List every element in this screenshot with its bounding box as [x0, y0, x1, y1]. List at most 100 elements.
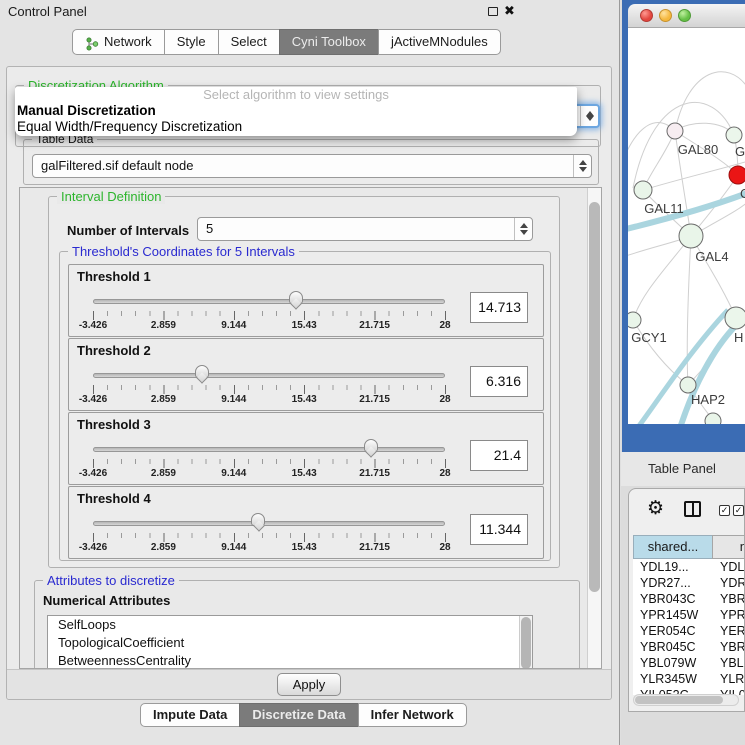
threshold-value-field[interactable]: 21.4: [470, 440, 528, 471]
table-cell[interactable]: YDL19...: [633, 559, 713, 575]
table-row[interactable]: YDL19...YDL1: [633, 559, 745, 575]
threshold-value-field[interactable]: 14.713: [470, 292, 528, 323]
combo-spinner[interactable]: [580, 106, 598, 126]
mac-close-button[interactable]: [640, 9, 653, 22]
tab-cyni-toolbox[interactable]: Cyni Toolbox: [279, 29, 379, 55]
close-icon[interactable]: ✖: [504, 3, 515, 19]
table-cell[interactable]: YER054C: [633, 623, 713, 639]
slider-ticks: [93, 533, 446, 542]
slider-track[interactable]: [93, 299, 445, 304]
table-row[interactable]: YBR045CYBR0: [633, 639, 745, 655]
tab-impute-data[interactable]: Impute Data: [140, 703, 240, 727]
mac-minimize-button[interactable]: [659, 9, 672, 22]
table-cell[interactable]: YDL1: [713, 559, 745, 575]
numerical-attributes-label: Numerical Attributes: [43, 593, 170, 608]
table-row[interactable]: YPR145WYPR1: [633, 607, 745, 623]
table-cell[interactable]: YPR145W: [633, 607, 713, 623]
tab-infer-network[interactable]: Infer Network: [358, 703, 467, 727]
threshold-value-field[interactable]: 6.316: [470, 366, 528, 397]
table-cell[interactable]: YBR0: [713, 591, 745, 607]
tick-label: 9.144: [221, 468, 246, 479]
number-of-intervals-combobox[interactable]: 5: [197, 217, 533, 241]
slider-thumb[interactable]: [364, 439, 378, 452]
network-node[interactable]: [667, 123, 683, 139]
scrollbar-thumb[interactable]: [521, 617, 531, 669]
checkbox-icon[interactable]: ✓: [719, 505, 730, 516]
table-row[interactable]: YLR345WYLR3: [633, 671, 745, 687]
tab-discretize-data[interactable]: Discretize Data: [239, 703, 358, 727]
network-canvas[interactable]: GAL80GACGAL11GAL4GCY1HHAP2: [628, 28, 745, 424]
slider-thumb[interactable]: [289, 291, 303, 304]
slider-thumb[interactable]: [251, 513, 265, 526]
group-title: Threshold's Coordinates for 5 Intervals: [68, 244, 299, 259]
attributes-scrollbar[interactable]: [519, 616, 532, 669]
column-header-name[interactable]: na: [712, 535, 745, 559]
table-cell[interactable]: YER0: [713, 623, 745, 639]
table-cell[interactable]: YBR043C: [633, 591, 713, 607]
combo-spinner[interactable]: [514, 218, 532, 240]
dropdown-option-equal-width-frequency[interactable]: Equal Width/Frequency Discretization: [15, 119, 577, 135]
threshold-4-panel: Threshold 4 -3.4262.8599.14415.4321.7152…: [68, 486, 544, 559]
network-node[interactable]: [729, 166, 745, 184]
table-cell[interactable]: YPR1: [713, 607, 745, 623]
network-node[interactable]: [725, 307, 745, 329]
table-cell[interactable]: YLR3: [713, 671, 745, 687]
gear-icon[interactable]: ⚙: [647, 497, 664, 519]
tab-jactivemnodules[interactable]: jActiveMNodules: [378, 29, 501, 55]
network-node-label: GAL11: [644, 201, 684, 216]
apply-button[interactable]: Apply: [277, 673, 341, 696]
table-cell[interactable]: YBL079W: [633, 655, 713, 671]
slider-track[interactable]: [93, 373, 445, 378]
mac-zoom-button[interactable]: [678, 9, 691, 22]
table-cell[interactable]: YDR27...: [633, 575, 713, 591]
tab-select[interactable]: Select: [218, 29, 280, 55]
table-row[interactable]: YBL079WYBL0: [633, 655, 745, 671]
network-node[interactable]: [679, 224, 703, 248]
settings-vertical-scrollbar[interactable]: [587, 188, 601, 668]
split-columns-icon[interactable]: [684, 501, 701, 517]
threshold-3-panel: Threshold 3 -3.4262.8599.14415.4321.7152…: [68, 412, 544, 485]
network-node[interactable]: [634, 181, 652, 199]
table-cell[interactable]: YBR045C: [633, 639, 713, 655]
table-horizontal-scrollbar[interactable]: [633, 694, 739, 706]
table-row[interactable]: YER054CYER0: [633, 623, 745, 639]
table-header: shared... na: [633, 535, 745, 559]
threshold-value-field[interactable]: 11.344: [470, 514, 528, 545]
network-window-titlebar[interactable]: [628, 4, 745, 28]
threshold-2-panel: Threshold 2 -3.4262.8599.14415.4321.7152…: [68, 338, 544, 411]
slider-track[interactable]: [93, 521, 445, 526]
combo-spinner[interactable]: [573, 155, 591, 177]
network-node[interactable]: [628, 312, 641, 328]
table-cell[interactable]: YLR345W: [633, 671, 713, 687]
network-node[interactable]: [680, 377, 696, 393]
numerical-attributes-list[interactable]: SelfLoopsTopologicalCoefficientBetweenne…: [47, 615, 533, 669]
network-node[interactable]: [726, 127, 742, 143]
dropdown-option-manual-discretization[interactable]: Manual Discretization: [15, 103, 577, 119]
attribute-list-item[interactable]: TopologicalCoefficient: [48, 634, 532, 652]
column-header-shared-name[interactable]: shared...: [633, 535, 713, 559]
tab-label: Select: [231, 30, 267, 54]
top-tab-bar: Network Style Select Cyni Toolbox jActiv…: [72, 29, 501, 55]
table-cell[interactable]: YBR0: [713, 639, 745, 655]
bottom-tab-bar: Impute Data Discretize Data Infer Networ…: [140, 703, 467, 727]
scrollbar-thumb[interactable]: [589, 202, 600, 592]
attribute-list-item[interactable]: SelfLoops: [48, 616, 532, 634]
network-node[interactable]: [705, 413, 721, 424]
slider-track[interactable]: [93, 447, 445, 452]
network-icon: [85, 35, 99, 49]
float-window-icon[interactable]: [488, 7, 498, 16]
tab-style[interactable]: Style: [164, 29, 219, 55]
slider-thumb[interactable]: [195, 365, 209, 378]
checkbox-icon[interactable]: ✓: [733, 505, 744, 516]
table-cell[interactable]: YDR2: [713, 575, 745, 591]
table-row[interactable]: YBR043CYBR0: [633, 591, 745, 607]
table-row[interactable]: YDR27...YDR2: [633, 575, 745, 591]
settings-scroll-area: Interval Definition Number of Intervals …: [19, 187, 602, 669]
tab-network[interactable]: Network: [72, 29, 165, 55]
table-data-combobox[interactable]: galFiltered.sif default node: [32, 154, 592, 178]
table-panel: ⚙ ✓ ✓ shared... na YDL19...YDL1YDR27...Y…: [628, 488, 745, 712]
tick-label: 28: [439, 320, 450, 331]
attribute-list-item[interactable]: BetweennessCentrality: [48, 652, 532, 669]
table-cell[interactable]: YBL0: [713, 655, 745, 671]
scrollbar-thumb[interactable]: [635, 696, 723, 704]
